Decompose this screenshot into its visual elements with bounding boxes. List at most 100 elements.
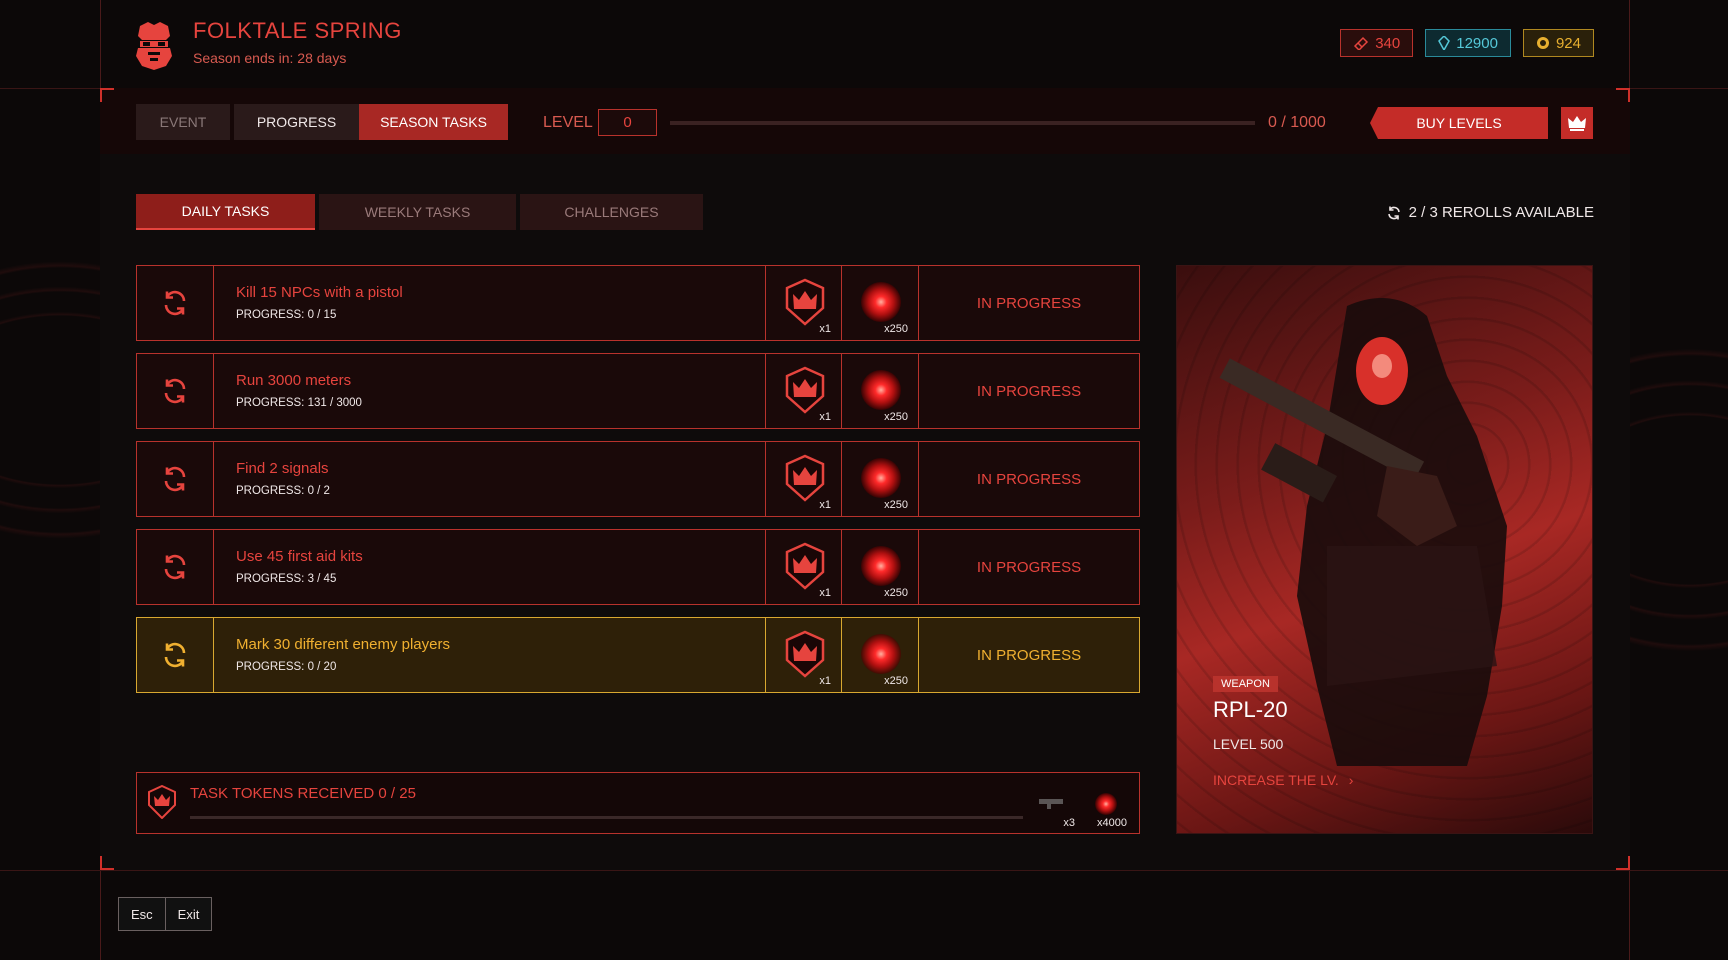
level-value: 0 <box>598 109 657 136</box>
reroll-task-button[interactable] <box>137 618 214 692</box>
currency-crystals[interactable]: 12900 <box>1425 29 1511 57</box>
panel-corner-tr <box>1616 88 1630 102</box>
exit-button[interactable]: Exit <box>164 898 212 930</box>
crystal-icon <box>1438 36 1451 50</box>
crown-shield-icon <box>785 542 825 590</box>
reward-token-count: x1 <box>819 587 831 599</box>
crown-icon <box>1568 116 1586 131</box>
task-status: IN PROGRESS <box>976 294 1082 312</box>
task-row[interactable]: Mark 30 different enemy players PROGRESS… <box>136 617 1140 693</box>
top-toolbar: EVENT PROGRESS SEASON TASKS LEVEL 0 0 / … <box>100 88 1630 154</box>
reroll-task-button[interactable] <box>137 530 214 604</box>
reward-orb[interactable]: x250 <box>842 618 919 692</box>
task-name: Use 45 first aid kits <box>236 548 363 565</box>
bearded-face-logo-icon <box>136 22 172 70</box>
task-status: IN PROGRESS <box>976 382 1082 400</box>
reward-token[interactable]: x1 <box>765 530 842 604</box>
season-title: FOLKTALE SPRING <box>193 18 402 43</box>
reward-token[interactable]: x1 <box>765 354 842 428</box>
task-row[interactable]: Run 3000 meters PROGRESS: 131 / 3000 x1 … <box>136 353 1140 429</box>
reroll-task-button[interactable] <box>137 354 214 428</box>
crown-shield-icon <box>785 366 825 414</box>
task-name: Find 2 signals <box>236 460 329 477</box>
task-progress: PROGRESS: 0 / 15 <box>236 309 337 321</box>
buy-levels-button[interactable]: BUY LEVELS <box>1370 107 1548 139</box>
subtab-challenges[interactable]: CHALLENGES <box>520 194 703 230</box>
chevron-right-icon: › <box>1348 772 1354 788</box>
currency-bar: 340 12900 924 <box>1340 29 1594 57</box>
token-reward-rifle-count: x3 <box>1063 817 1075 829</box>
increase-level-link[interactable]: INCREASE THE LV. › <box>1213 772 1353 788</box>
reward-token-count: x1 <box>819 675 831 687</box>
premium-crown-button[interactable] <box>1561 107 1593 139</box>
ticket-icon <box>1354 36 1369 50</box>
subtab-daily-tasks[interactable]: DAILY TASKS <box>136 194 315 230</box>
currency-coins[interactable]: 924 <box>1522 29 1594 57</box>
footer-keys: Esc Exit <box>118 897 213 931</box>
reward-token[interactable]: x1 <box>765 442 842 516</box>
reward-orb-count: x250 <box>884 675 908 687</box>
task-status: IN PROGRESS <box>976 646 1082 664</box>
token-reward-rifle[interactable]: x3 <box>1037 795 1075 829</box>
task-progress: PROGRESS: 3 / 45 <box>236 573 337 585</box>
task-name: Run 3000 meters <box>236 372 352 389</box>
reward-orb[interactable]: x250 <box>842 266 919 340</box>
subtab-weekly-tasks[interactable]: WEEKLY TASKS <box>319 194 516 230</box>
task-name: Kill 15 NPCs with a pistol <box>236 284 403 301</box>
task-progress: PROGRESS: 0 / 20 <box>236 661 337 673</box>
card-weapon-name: RPL-20 <box>1213 697 1288 722</box>
rerolls-text: 2 / 3 REROLLS AVAILABLE <box>1408 204 1594 221</box>
coin-icon <box>1536 37 1549 49</box>
panel-corner-br <box>1616 856 1630 870</box>
reward-orb[interactable]: x250 <box>842 530 919 604</box>
crown-shield-icon <box>785 630 825 678</box>
card-badge: WEAPON <box>1213 676 1278 692</box>
orb-icon <box>861 634 901 674</box>
rifle-icon <box>1039 799 1063 809</box>
currency-crystals-value: 12900 <box>1456 34 1498 52</box>
task-row[interactable]: Kill 15 NPCs with a pistol PROGRESS: 0 /… <box>136 265 1140 341</box>
orb-icon <box>1095 793 1117 815</box>
currency-tickets[interactable]: 340 <box>1340 29 1414 57</box>
refresh-icon <box>164 378 186 404</box>
task-progress: PROGRESS: 0 / 2 <box>236 485 330 497</box>
refresh-icon <box>164 554 186 580</box>
refresh-icon <box>1387 206 1400 219</box>
orb-icon <box>861 282 901 322</box>
reward-orb[interactable]: x250 <box>842 442 919 516</box>
orb-icon <box>861 546 901 586</box>
token-reward-orb-count: x4000 <box>1097 817 1127 829</box>
reward-token-count: x1 <box>819 499 831 511</box>
task-tokens-label: TASK TOKENS RECEIVED 0 / 25 <box>190 785 416 802</box>
token-reward-orb[interactable]: x4000 <box>1087 793 1127 829</box>
panel-corner-tl <box>100 88 114 102</box>
weapon-card[interactable]: WEAPON RPL-20 LEVEL 500 INCREASE THE LV.… <box>1176 265 1593 834</box>
level-label: LEVEL <box>543 114 593 131</box>
tab-event[interactable]: EVENT <box>136 104 230 140</box>
task-status: IN PROGRESS <box>976 470 1082 488</box>
season-panel: EVENT PROGRESS SEASON TASKS LEVEL 0 0 / … <box>100 88 1630 870</box>
currency-coins-value: 924 <box>1555 34 1581 52</box>
esc-key-button[interactable]: Esc <box>119 898 165 930</box>
season-end-text: Season ends in: 28 days <box>193 50 347 66</box>
task-name: Mark 30 different enemy players <box>236 636 450 653</box>
task-status: IN PROGRESS <box>976 558 1082 576</box>
reward-orb[interactable]: x250 <box>842 354 919 428</box>
reward-token[interactable]: x1 <box>765 266 842 340</box>
currency-tickets-value: 340 <box>1375 34 1401 52</box>
task-tokens-progress-bar <box>190 816 1023 819</box>
task-row[interactable]: Find 2 signals PROGRESS: 0 / 2 x1 x250 I… <box>136 441 1140 517</box>
reroll-task-button[interactable] <box>137 266 214 340</box>
crown-shield-icon <box>148 785 176 819</box>
reward-orb-count: x250 <box>884 411 908 423</box>
tab-progress[interactable]: PROGRESS <box>234 104 359 140</box>
reward-token-count: x1 <box>819 411 831 423</box>
task-row[interactable]: Use 45 first aid kits PROGRESS: 3 / 45 x… <box>136 529 1140 605</box>
reroll-task-button[interactable] <box>137 442 214 516</box>
panel-corner-bl <box>100 856 114 870</box>
reward-token[interactable]: x1 <box>765 618 842 692</box>
header: FOLKTALE SPRING Season ends in: 28 days … <box>100 0 1630 88</box>
tab-season-tasks[interactable]: SEASON TASKS <box>359 104 508 140</box>
refresh-icon <box>164 290 186 316</box>
reward-orb-count: x250 <box>884 499 908 511</box>
